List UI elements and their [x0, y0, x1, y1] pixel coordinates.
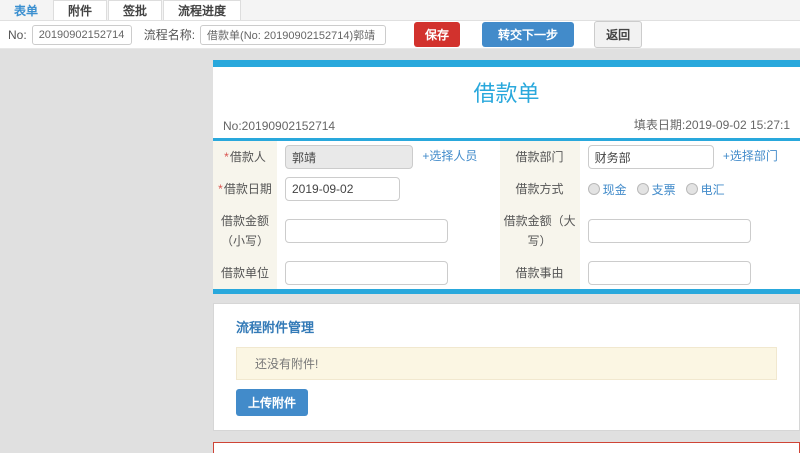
action-toolbar: No: 流程名称: 保存 转交下一步 返回: [0, 21, 800, 49]
app-window: 表单 附件 签批 流程进度 No: 流程名称: 保存 转交下一步 返回 借款单 …: [0, 0, 800, 453]
amount-big-input[interactable]: [587, 219, 751, 243]
radio-wire[interactable]: 电汇: [685, 181, 725, 198]
table-row: *借款人 +选择人员 借款部门 +选择部门: [213, 141, 800, 173]
loan-date-input[interactable]: [285, 177, 400, 201]
loan-date-field-cell: [277, 173, 500, 205]
tab-progress[interactable]: 流程进度: [163, 0, 242, 20]
reason-label: 借款事由: [515, 266, 564, 280]
loan-form-table: *借款人 +选择人员 借款部门 +选择部门: [213, 141, 800, 289]
required-asterisk: *: [224, 150, 229, 164]
unit-input[interactable]: [285, 261, 448, 285]
method-field-cell: 现金 支票 电汇: [579, 173, 800, 205]
no-attachments-alert: 还没有附件!: [236, 347, 777, 380]
radio-circle-icon[interactable]: [685, 183, 698, 195]
table-row: *借款日期 借款方式 现金: [213, 173, 800, 205]
borrower-input[interactable]: [285, 145, 413, 169]
tab-bar: 表单 附件 签批 流程进度: [0, 0, 800, 21]
reason-label-cell: 借款事由: [499, 257, 580, 289]
radio-circle-icon[interactable]: [587, 183, 600, 195]
reason-field-cell: [579, 257, 800, 289]
department-field-cell: +选择部门: [579, 141, 800, 173]
tab-approval[interactable]: 签批: [108, 0, 163, 20]
content-area: 借款单 No:20190902152714 填表日期:2019-09-02 15…: [0, 50, 800, 453]
amount-small-input[interactable]: [285, 219, 448, 243]
process-name-label: 流程名称:: [143, 28, 196, 42]
attachments-panel: 流程附件管理 还没有附件! 上传附件: [213, 303, 800, 431]
back-button[interactable]: 返回: [594, 21, 643, 48]
required-asterisk: *: [218, 182, 223, 196]
select-department-link[interactable]: +选择部门: [723, 149, 778, 163]
upload-attachment-button[interactable]: 上传附件: [236, 389, 309, 416]
tab-form[interactable]: 表单: [0, 0, 52, 20]
process-name-input[interactable]: [200, 24, 387, 45]
amount-big-field-cell: [579, 205, 800, 257]
radio-cash-label: 现金: [602, 182, 627, 197]
tab-attachments[interactable]: 附件: [53, 0, 108, 20]
method-label-cell: 借款方式: [499, 173, 580, 205]
form-meta-row: No:20190902152714 填表日期:2019-09-02 15:27:…: [213, 112, 800, 141]
amount-small-field-cell: [277, 205, 500, 257]
transfer-next-button[interactable]: 转交下一步: [482, 22, 575, 47]
approval-panel: 流程签批意见 B I abc: [213, 442, 800, 453]
department-input[interactable]: [587, 145, 714, 169]
form-no-text: No:20190902152714: [223, 119, 336, 133]
borrower-field-cell: +选择人员: [277, 141, 500, 173]
table-row: 借款单位 借款事由: [213, 257, 800, 289]
form-title: 借款单: [473, 81, 540, 106]
form-date-text: 填表日期:2019-09-02 15:27:1: [633, 118, 790, 132]
reason-input[interactable]: [587, 261, 751, 285]
borrower-label: 借款人: [229, 150, 266, 164]
radio-cheque-label: 支票: [651, 182, 676, 197]
amount-small-label: 借款金额（小写）: [220, 214, 269, 248]
unit-field-cell: [277, 257, 500, 289]
radio-cheque[interactable]: 支票: [636, 181, 676, 198]
loan-form-panel: 借款单 No:20190902152714 填表日期:2019-09-02 15…: [213, 60, 800, 294]
department-label-cell: 借款部门: [499, 141, 580, 173]
unit-label: 借款单位: [220, 266, 269, 280]
no-input[interactable]: [31, 24, 132, 45]
amount-big-label: 借款金额（大写）: [503, 214, 576, 248]
panel-top-bar: [213, 60, 800, 67]
amount-big-label-cell: 借款金额（大写）: [499, 205, 580, 257]
radio-cash[interactable]: 现金: [587, 181, 627, 198]
loan-date-label-cell: *借款日期: [213, 173, 277, 205]
radio-circle-icon[interactable]: [636, 183, 649, 195]
table-row: 借款金额（小写） 借款金额（大写）: [213, 205, 800, 257]
amount-small-label-cell: 借款金额（小写）: [213, 205, 277, 257]
attachments-title: 流程附件管理: [236, 320, 315, 335]
radio-wire-label: 电汇: [700, 182, 725, 197]
loan-date-label: 借款日期: [223, 182, 272, 196]
panel-bottom-bar: [213, 289, 800, 294]
unit-label-cell: 借款单位: [213, 257, 277, 289]
no-label: No:: [8, 27, 27, 42]
department-label: 借款部门: [515, 150, 564, 164]
borrower-label-cell: *借款人: [213, 141, 277, 173]
save-button[interactable]: 保存: [414, 22, 461, 47]
loan-method-radio-group: 现金 支票 电汇: [587, 181, 792, 198]
select-person-link[interactable]: +选择人员: [422, 149, 477, 163]
method-label: 借款方式: [515, 182, 564, 196]
